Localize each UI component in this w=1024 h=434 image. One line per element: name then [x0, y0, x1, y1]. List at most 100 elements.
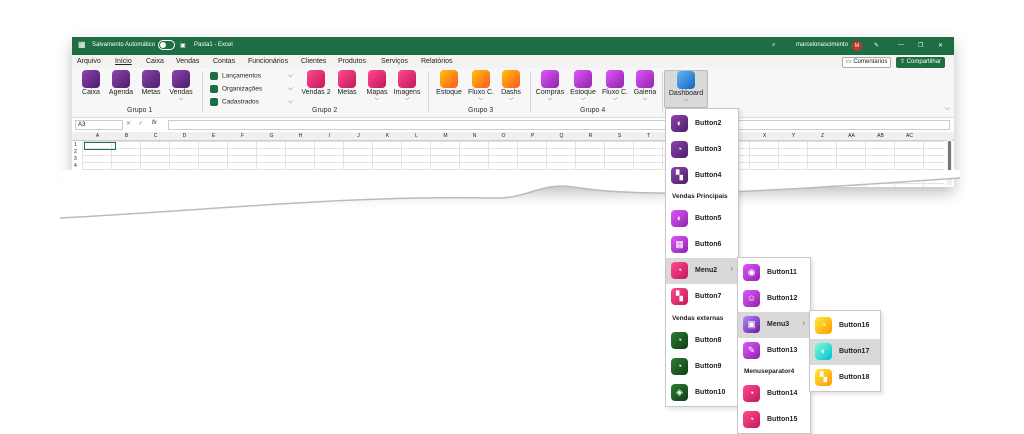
save-icon[interactable]: ▣ — [180, 42, 186, 49]
ribbon-button-estoque[interactable]: Estoque — [434, 70, 464, 96]
menu-item-button16[interactable]: ◔ Button16 — [810, 313, 880, 339]
menu-item-button6[interactable]: ▦ Button6 — [666, 232, 738, 258]
column-header[interactable]: H — [286, 133, 315, 139]
menu-item-button11[interactable]: ◉ Button11 — [738, 260, 810, 286]
tab-servicos[interactable]: Serviços — [381, 58, 408, 65]
close-icon[interactable]: ✕ — [938, 42, 943, 49]
column-header[interactable]: I — [315, 133, 344, 139]
list-item-cadastrados[interactable]: Cadastrados ⌵ — [210, 98, 293, 106]
column-header[interactable]: T — [634, 133, 663, 139]
row-header[interactable]: 2 — [74, 149, 77, 155]
column-header[interactable]: D — [170, 133, 199, 139]
menu-item-button18[interactable]: ▚ Button18 — [810, 365, 880, 391]
column-header[interactable]: AC — [895, 133, 924, 139]
menu-item-button17[interactable]: ◐ Button17 — [810, 339, 880, 365]
menu-item-button13[interactable]: ✎ Button13 — [738, 338, 810, 364]
menu-item-button15[interactable]: ◔ Button15 — [738, 407, 810, 433]
column-header[interactable]: AA — [837, 133, 866, 139]
pen-icon[interactable]: ✎ — [874, 42, 879, 49]
menu-item-button8[interactable]: ◔ Button8 — [666, 328, 738, 354]
column-header[interactable]: M — [431, 133, 460, 139]
tab-funcionarios[interactable]: Funcionários — [248, 58, 288, 65]
column-header[interactable]: E — [199, 133, 228, 139]
menu-item-button12[interactable]: ☺ Button12 — [738, 286, 810, 312]
ribbon-button-metas[interactable]: Metas — [138, 70, 164, 96]
share-button[interactable]: ⇪ Compartilhar — [896, 57, 946, 68]
row-header[interactable]: 3 — [74, 156, 77, 162]
divider — [202, 71, 203, 113]
name-box[interactable]: A3 — [75, 120, 123, 130]
menu-item-button5[interactable]: ◐ Button5 — [666, 206, 738, 232]
column-header[interactable]: C — [141, 133, 170, 139]
ribbon-button-dashboard[interactable]: Dashboard ⌵ — [664, 70, 708, 108]
formula-input[interactable] — [168, 120, 950, 130]
restore-icon[interactable]: ❐ — [918, 42, 923, 49]
excel-window: ▦ Salvamento Automático ▣ Pasta1 - Excel… — [72, 37, 954, 190]
ribbon-button-dashs[interactable]: Dashs ⌵ — [498, 70, 524, 103]
column-header[interactable]: AB — [866, 133, 895, 139]
ribbon-button-galeria[interactable]: Galeria ⌵ — [630, 70, 660, 103]
column-header[interactable]: X — [750, 133, 779, 139]
ribbon-button-fluxo2[interactable]: Fluxo C. ⌵ — [600, 70, 630, 103]
row-header[interactable]: 4 — [74, 163, 77, 169]
chevron-down-icon: ⌵ — [178, 96, 184, 102]
ribbon-button-fluxo[interactable]: Fluxo C. ⌵ — [466, 70, 496, 103]
column-header[interactable]: F — [228, 133, 257, 139]
ribbon-button-caixa[interactable]: Caixa — [78, 70, 104, 96]
avatar[interactable]: M — [852, 41, 862, 51]
cancel-icon[interactable]: ✕ — [126, 120, 131, 127]
ribbon-button-mapas[interactable]: Mapas ⌵ — [364, 70, 390, 103]
column-header[interactable]: G — [257, 133, 286, 139]
check-icon[interactable]: ✓ — [138, 120, 143, 127]
column-header[interactable]: S — [605, 133, 634, 139]
column-header[interactable]: Z — [808, 133, 837, 139]
list-item-organizacoes[interactable]: Organizações ⌵ — [210, 85, 293, 93]
menu-item-menu2[interactable]: ◔ Menu2 › — [666, 258, 738, 284]
ribbon-button-metas2[interactable]: Metas — [334, 70, 360, 96]
column-header[interactable]: O — [489, 133, 518, 139]
ribbon-button-imagens[interactable]: Imagens ⌵ — [392, 70, 422, 103]
column-header[interactable]: R — [576, 133, 605, 139]
column-header[interactable]: L — [402, 133, 431, 139]
tab-clientes[interactable]: Clientes — [301, 58, 326, 65]
column-header[interactable]: P — [518, 133, 547, 139]
ribbon-button-compras[interactable]: Compras ⌵ — [534, 70, 566, 103]
menu-item-button14[interactable]: ◔ Button14 — [738, 381, 810, 407]
tab-caixa[interactable]: Caixa — [146, 58, 164, 65]
autosave-toggle[interactable] — [158, 40, 175, 50]
column-header[interactable]: A — [83, 133, 112, 139]
menu-item-button2[interactable]: ◐ Button2 — [666, 111, 738, 137]
ribbon-collapse-icon[interactable]: ⌵ — [945, 105, 950, 113]
tab-contas[interactable]: Contas — [213, 58, 235, 65]
menu-item-button3[interactable]: ◔ Button3 — [666, 137, 738, 163]
ribbon-button-vendas[interactable]: Vendas ⌵ — [168, 70, 194, 103]
row-header[interactable]: 1 — [74, 142, 77, 148]
menu-item-button10[interactable]: ◈ Button10 — [666, 380, 738, 406]
column-header[interactable]: K — [373, 133, 402, 139]
menu-item-button7[interactable]: ▚ Button7 — [666, 284, 738, 310]
ribbon-button-estoque2[interactable]: Estoque ⌵ — [568, 70, 598, 103]
box-icon: ◈ — [671, 384, 688, 401]
tab-produtos[interactable]: Produtos — [338, 58, 366, 65]
tab-inicio[interactable]: Início — [115, 58, 132, 65]
tab-relatorios[interactable]: Relatórios — [421, 58, 453, 65]
list-item-lancamentos[interactable]: Lançamentos ⌵ — [210, 72, 293, 80]
ribbon-button-vendas2[interactable]: Vendas 2 — [300, 70, 332, 96]
selected-cell[interactable] — [84, 142, 116, 150]
ribbon-button-agenda[interactable]: Agenda — [108, 70, 134, 96]
search-icon[interactable]: ⌕ — [772, 42, 775, 49]
tab-arquivo[interactable]: Arquivo — [77, 58, 101, 65]
menu-item-button4[interactable]: ▚ Button4 — [666, 163, 738, 189]
column-header[interactable]: J — [344, 133, 373, 139]
column-header[interactable]: B — [112, 133, 141, 139]
minimize-icon[interactable]: — — [898, 42, 904, 48]
comments-button[interactable]: ▭ Comentários — [842, 57, 892, 68]
menu-item-label: Button7 — [695, 293, 722, 300]
column-header[interactable]: Y — [779, 133, 808, 139]
tab-vendas[interactable]: Vendas — [176, 58, 199, 65]
column-header[interactable]: Q — [547, 133, 576, 139]
column-header[interactable]: N — [460, 133, 489, 139]
menu-item-menu3[interactable]: ▣ Menu3 › — [738, 312, 810, 338]
menu-item-button9[interactable]: ◔ Button9 — [666, 354, 738, 380]
fx-label[interactable]: fx — [152, 120, 157, 126]
